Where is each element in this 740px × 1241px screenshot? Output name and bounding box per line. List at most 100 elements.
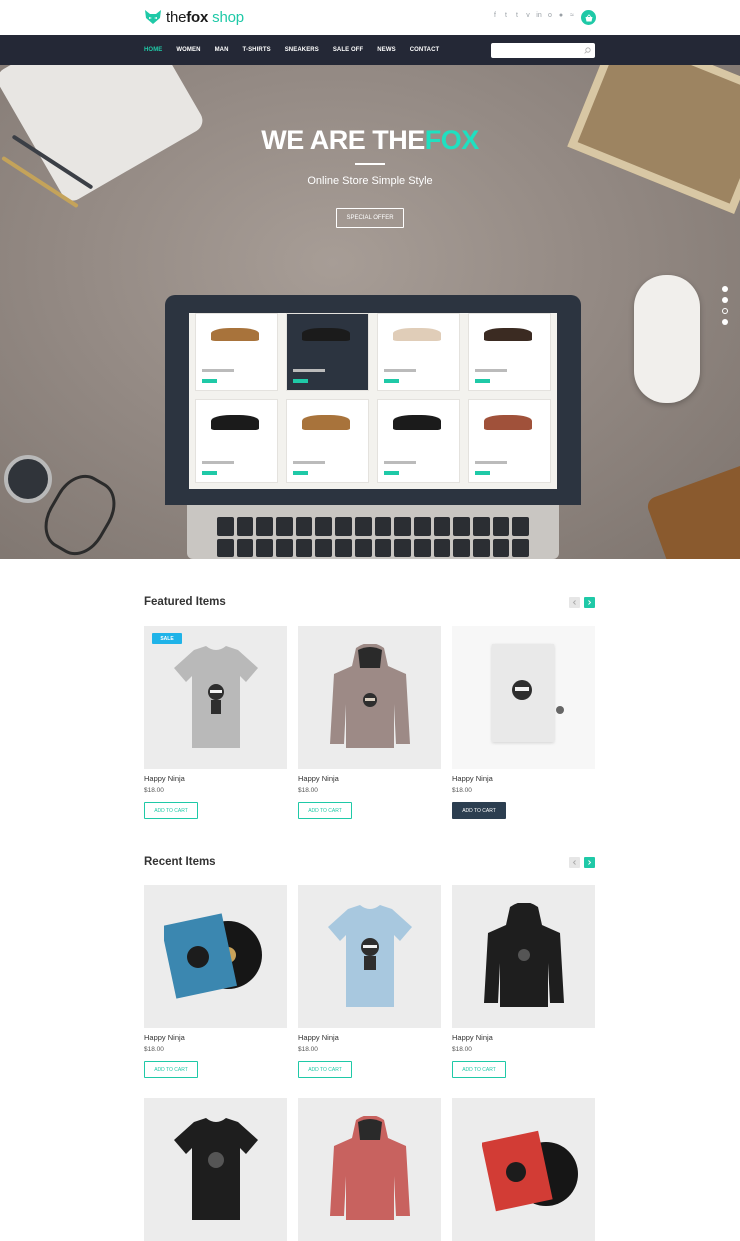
- black-hoodie-image: [484, 903, 564, 1007]
- nav-item-contact[interactable]: CONTACT: [410, 47, 440, 53]
- poster-image: [492, 644, 554, 742]
- nav-item-news[interactable]: NEWS: [377, 47, 395, 53]
- product-card[interactable]: Happy Ninja $18.00 ADD TO CART: [452, 885, 595, 1078]
- site-logo[interactable]: thefox shop: [144, 8, 244, 26]
- fox-logo-icon: [145, 10, 161, 24]
- black-tshirt-image: [174, 1118, 258, 1220]
- chevron-left-icon: [572, 600, 576, 605]
- product-card[interactable]: Happy Ninja $18.00 ADD TO CART: [298, 626, 441, 819]
- recent-carousel-arrows: [569, 857, 595, 868]
- add-to-cart-button[interactable]: ADD TO CART: [144, 1061, 198, 1078]
- product-card[interactable]: SALE Happy Ninja $18.00 ADD TO CART: [144, 626, 287, 819]
- product-name[interactable]: Happy Ninja: [298, 1033, 339, 1042]
- chevron-left-icon: [572, 860, 576, 865]
- nav-item-sale-off[interactable]: SALE OFF: [333, 47, 363, 53]
- chevron-right-icon: [588, 600, 592, 605]
- product-card[interactable]: Happy Ninja $18.00 ADD TO CART: [452, 626, 595, 819]
- product-image[interactable]: SALE: [144, 626, 287, 769]
- product-price: $18.00: [144, 1046, 164, 1053]
- chevron-right-icon: [588, 860, 592, 865]
- blue-tshirt-image: [328, 905, 412, 1007]
- recent-section-title: Recent Items: [144, 856, 216, 868]
- hoodie-image: [330, 644, 410, 748]
- product-price: $18.00: [144, 787, 164, 794]
- hero-subtitle: Online Store Simple Style: [307, 175, 433, 187]
- product-name[interactable]: Happy Ninja: [298, 774, 339, 783]
- product-name[interactable]: Happy Ninja: [452, 774, 493, 783]
- special-offer-button[interactable]: SPECIAL OFFER: [336, 208, 404, 228]
- main-menu: HOME WOMEN MAN T-SHIRTS SNEAKERS SALE OFF NEWS…: [144, 35, 453, 65]
- product-image[interactable]: [452, 626, 595, 769]
- flickr-icon[interactable]: ●: [558, 12, 564, 20]
- product-card[interactable]: Happy Ninja $18.00 ADD TO CART: [144, 885, 287, 1078]
- hero-title: WE ARE THEFOX: [261, 125, 479, 155]
- red-vinyl-record-image: [482, 1130, 578, 1212]
- red-hoodie-image: [330, 1116, 410, 1220]
- product-image[interactable]: [298, 885, 441, 1028]
- product-card[interactable]: [298, 1098, 441, 1241]
- product-price: $18.00: [452, 1046, 472, 1053]
- search-input[interactable]: [491, 47, 579, 63]
- slider-dot[interactable]: [722, 286, 728, 292]
- vimeo-icon[interactable]: v: [525, 12, 531, 20]
- nav-item-t-shirts[interactable]: T-SHIRTS: [243, 47, 271, 53]
- basket-icon: [585, 13, 592, 21]
- tumblr-icon[interactable]: t: [514, 12, 520, 20]
- sale-badge: SALE: [152, 633, 182, 644]
- facebook-icon[interactable]: f: [492, 12, 498, 20]
- product-card[interactable]: [452, 1098, 595, 1241]
- product-price: $18.00: [452, 787, 472, 794]
- product-name[interactable]: Happy Ninja: [144, 1033, 185, 1042]
- cart-button[interactable]: [581, 10, 596, 25]
- rss-icon[interactable]: ≈: [569, 12, 575, 20]
- add-to-cart-button[interactable]: ADD TO CART: [298, 1061, 352, 1078]
- hero-watch-image: [4, 455, 52, 503]
- hero-slider: WE ARE THEFOX Online Store Simple Style …: [0, 65, 740, 559]
- slider-pagination: [722, 286, 728, 325]
- slider-dot[interactable]: [722, 319, 728, 325]
- social-links: f t t v in o ● ≈: [492, 12, 575, 20]
- linkedin-icon[interactable]: in: [536, 12, 542, 20]
- add-to-cart-button[interactable]: ADD TO CART: [298, 802, 352, 819]
- product-name[interactable]: Happy Ninja: [144, 774, 185, 783]
- site-header: thefox shop f t t v in o ● ≈: [0, 0, 740, 35]
- add-to-cart-button[interactable]: ADD TO CART: [452, 1061, 506, 1078]
- search-box: [491, 43, 595, 63]
- cursor-icon: [556, 706, 564, 714]
- product-card[interactable]: Happy Ninja $18.00 ADD TO CART: [298, 885, 441, 1078]
- add-to-cart-button[interactable]: ADD TO CART: [452, 802, 506, 819]
- nav-item-man[interactable]: MAN: [215, 47, 229, 53]
- featured-section-title: Featured Items: [144, 596, 226, 608]
- instagram-icon[interactable]: o: [547, 12, 553, 20]
- hero-mouse-image: [634, 275, 700, 403]
- nav-item-women[interactable]: WOMEN: [176, 47, 200, 53]
- twitter-icon[interactable]: t: [503, 12, 509, 20]
- product-image[interactable]: [144, 885, 287, 1028]
- featured-carousel-arrows: [569, 597, 595, 608]
- grey-tshirt-image: [174, 646, 258, 748]
- search-icon[interactable]: [584, 47, 591, 54]
- featured-prev-button[interactable]: [569, 597, 580, 608]
- hero-wallet-image: [645, 456, 740, 559]
- main-navbar: HOME WOMEN MAN T-SHIRTS SNEAKERS SALE OFF NEWS…: [0, 35, 740, 65]
- product-image[interactable]: [452, 1098, 595, 1241]
- slider-dot[interactable]: [722, 308, 728, 314]
- product-image[interactable]: [298, 626, 441, 769]
- featured-next-button[interactable]: [584, 597, 595, 608]
- add-to-cart-button[interactable]: ADD TO CART: [144, 802, 198, 819]
- product-card[interactable]: [144, 1098, 287, 1241]
- hero-laptop-image: [165, 295, 581, 559]
- nav-item-sneakers[interactable]: SNEAKERS: [285, 47, 319, 53]
- recent-next-button[interactable]: [584, 857, 595, 868]
- product-image[interactable]: [144, 1098, 287, 1241]
- product-image[interactable]: [298, 1098, 441, 1241]
- nav-item-home[interactable]: HOME: [144, 47, 162, 53]
- product-price: $18.00: [298, 1046, 318, 1053]
- product-name[interactable]: Happy Ninja: [452, 1033, 493, 1042]
- vinyl-record-image: [164, 913, 262, 999]
- slider-dot[interactable]: [722, 297, 728, 303]
- site-logo-text: thefox shop: [166, 8, 244, 26]
- product-image[interactable]: [452, 885, 595, 1028]
- product-price: $18.00: [298, 787, 318, 794]
- recent-prev-button[interactable]: [569, 857, 580, 868]
